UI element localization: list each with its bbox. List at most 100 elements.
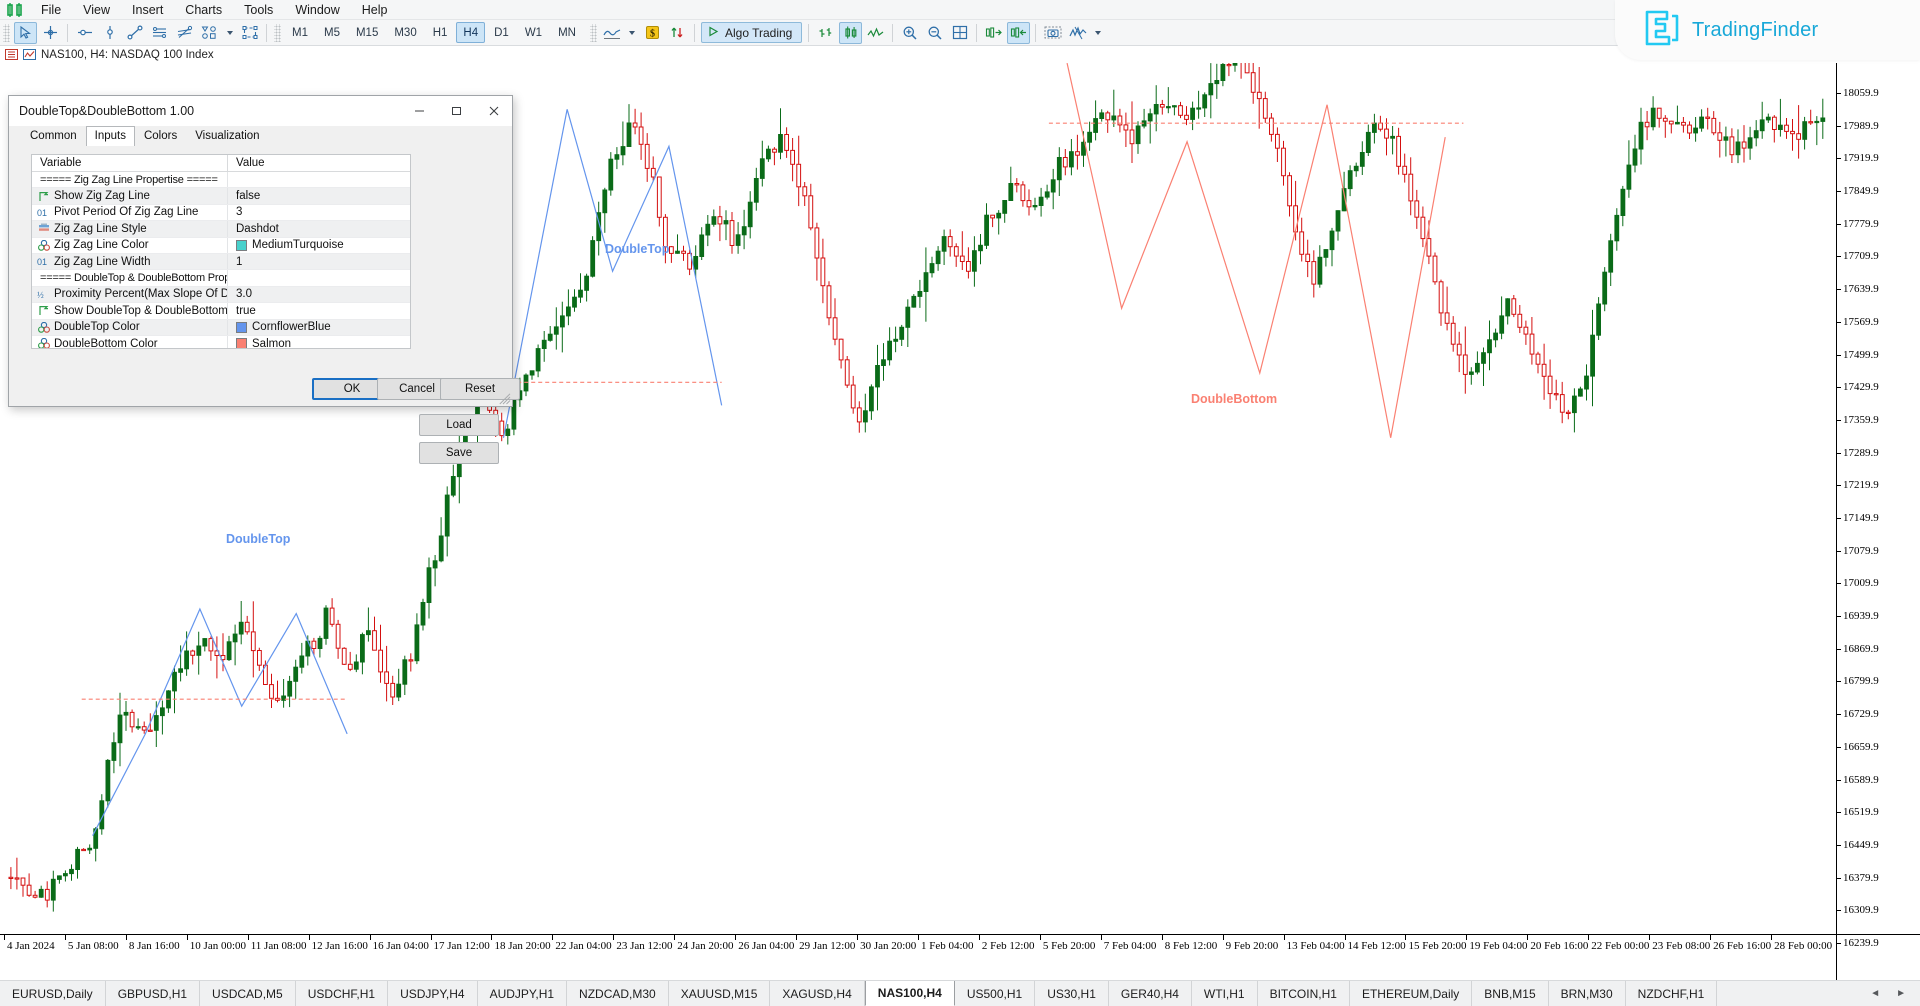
algo-trading-button[interactable]: Algo Trading (701, 22, 802, 43)
menu-insert[interactable]: Insert (121, 0, 174, 20)
indicator-properties-dialog[interactable]: DoubleTop&DoubleBottom 1.00 Common Input… (8, 95, 513, 407)
bar-chart-icon[interactable] (814, 22, 837, 44)
chart-tab-wti-h1[interactable]: WTI,H1 (1192, 981, 1258, 1006)
grid-icon[interactable] (948, 22, 971, 44)
row-value-cell[interactable]: Salmon (228, 336, 410, 349)
equidistant-channel-icon[interactable] (148, 22, 171, 44)
chart-tab-nas100-h4[interactable]: NAS100,H4 (865, 981, 955, 1006)
chart-tab-us30-h1[interactable]: US30,H1 (1035, 981, 1109, 1006)
row-value-cell[interactable]: MediumTurquoise (228, 238, 410, 253)
chevron-down-icon[interactable] (223, 22, 236, 44)
timeframe-m15[interactable]: M15 (349, 22, 385, 43)
trendline-icon[interactable] (123, 22, 146, 44)
tab-inputs[interactable]: Inputs (86, 126, 135, 146)
chevron-down-icon[interactable] (1091, 22, 1104, 44)
dollar-icon[interactable]: $ (641, 22, 664, 44)
load-button[interactable]: Load (419, 414, 499, 436)
crosshair-icon[interactable] (39, 22, 62, 44)
line-chart-icon[interactable] (601, 22, 624, 44)
toolbar-grip[interactable] (274, 24, 281, 42)
inputs-grid-section-row[interactable]: ===== Zig Zag Line Propertise ===== (32, 172, 410, 188)
dialog-maximize-button[interactable] (438, 96, 475, 125)
chart-tab-gbpusd-h1[interactable]: GBPUSD,H1 (106, 981, 200, 1006)
dialog-title-bar[interactable]: DoubleTop&DoubleBottom 1.00 (9, 96, 512, 126)
timeframe-h4[interactable]: H4 (456, 22, 485, 43)
time-scale[interactable]: 4 Jan 20245 Jan 08:008 Jan 16:0010 Jan 0… (0, 934, 1920, 954)
chart-tab-ger40-h4[interactable]: GER40,H4 (1109, 981, 1192, 1006)
row-value-cell[interactable]: Dashdot (228, 221, 410, 236)
row-value-cell[interactable]: CornflowerBlue (228, 320, 410, 335)
horizontal-line-icon[interactable] (73, 22, 96, 44)
timeframe-m30[interactable]: M30 (387, 22, 423, 43)
timeframe-m1[interactable]: M1 (285, 22, 315, 43)
inputs-grid-row[interactable]: Zig Zag Line StyleDashdot (32, 221, 410, 237)
row-value-cell[interactable]: true (228, 303, 410, 318)
zoom-in-icon[interactable] (898, 22, 921, 44)
scroll-end-icon[interactable] (982, 22, 1005, 44)
chart-tab-xagusd-h4[interactable]: XAGUSD,H4 (770, 981, 864, 1006)
chart-tab-bitcoin-h1[interactable]: BITCOIN,H1 (1258, 981, 1350, 1006)
fibonacci-icon[interactable] (173, 22, 196, 44)
tabs-scroll-left-button[interactable]: ◄ (1870, 988, 1880, 999)
indicators-icon[interactable] (1066, 22, 1089, 44)
row-value-cell[interactable] (228, 270, 410, 285)
screenshot-icon[interactable] (1041, 22, 1064, 44)
inputs-grid-section-row[interactable]: ===== DoubleTop & DoubleBottom Proper... (32, 270, 410, 286)
dialog-minimize-button[interactable] (401, 96, 438, 125)
chart-tab-nzdchf-h1[interactable]: NZDCHF,H1 (1626, 981, 1718, 1006)
inputs-grid-row[interactable]: 01Zig Zag Line Width1 (32, 254, 410, 270)
text-label-icon[interactable] (238, 22, 261, 44)
timeframe-w1[interactable]: W1 (518, 22, 549, 43)
menu-charts[interactable]: Charts (174, 0, 233, 20)
chart-tab-usdchf-h1[interactable]: USDCHF,H1 (296, 981, 388, 1006)
timeframe-d1[interactable]: D1 (487, 22, 516, 43)
chart-tab-eurusd-daily[interactable]: EURUSD,Daily (0, 981, 106, 1006)
timeframe-h1[interactable]: H1 (426, 22, 455, 43)
cursor-icon[interactable] (14, 22, 37, 44)
chart-icon[interactable] (23, 49, 36, 60)
vertical-line-icon[interactable] (98, 22, 121, 44)
dialog-resize-handle[interactable] (499, 393, 511, 405)
inputs-grid-row[interactable]: DoubleTop ColorCornflowerBlue (32, 320, 410, 336)
arrows-updown-icon[interactable] (666, 22, 689, 44)
data-window-icon[interactable] (5, 49, 18, 60)
menu-view[interactable]: View (72, 0, 121, 20)
tab-visualization[interactable]: Visualization (186, 126, 268, 146)
zoom-out-icon[interactable] (923, 22, 946, 44)
row-value-cell[interactable]: 3.0 (228, 287, 410, 302)
chart-tab-usdcad-m5[interactable]: USDCAD,M5 (200, 981, 296, 1006)
row-value-cell[interactable]: false (228, 188, 410, 203)
timeframe-mn[interactable]: MN (551, 22, 583, 43)
dialog-close-button[interactable] (475, 96, 512, 125)
chart-tab-bnb-m15[interactable]: BNB,M15 (1472, 981, 1548, 1006)
menu-help[interactable]: Help (351, 0, 399, 20)
shapes-icon[interactable] (198, 22, 221, 44)
line-mode-icon[interactable] (864, 22, 887, 44)
chart-tab-brn-m30[interactable]: BRN,M30 (1549, 981, 1626, 1006)
save-button[interactable]: Save (419, 442, 499, 464)
tab-common[interactable]: Common (21, 126, 86, 146)
inputs-grid-row[interactable]: Show DoubleTop & DoubleBottomtrue (32, 303, 410, 319)
row-value-cell[interactable] (228, 172, 410, 187)
inputs-grid-row[interactable]: Zig Zag Line ColorMediumTurquoise (32, 238, 410, 254)
color-swatch[interactable] (236, 240, 247, 251)
candlestick-icon[interactable] (839, 22, 862, 44)
toolbar-grip[interactable] (590, 24, 597, 42)
row-value-cell[interactable]: 3 (228, 205, 410, 220)
chevron-down-icon[interactable] (626, 22, 639, 44)
row-value-cell[interactable]: 1 (228, 254, 410, 269)
color-swatch[interactable] (236, 338, 247, 349)
menu-window[interactable]: Window (284, 0, 350, 20)
chart-tab-audjpy-h1[interactable]: AUDJPY,H1 (478, 981, 567, 1006)
timeframe-m5[interactable]: M5 (317, 22, 347, 43)
chart-tab-us500-h1[interactable]: US500,H1 (955, 981, 1035, 1006)
color-swatch[interactable] (236, 322, 247, 333)
inputs-grid-row[interactable]: 01Pivot Period Of Zig Zag Line3 (32, 205, 410, 221)
auto-scroll-icon[interactable] (1007, 22, 1030, 44)
price-scale[interactable]: 18059.917989.917919.917849.917779.917709… (1836, 63, 1920, 980)
tabs-scroll-right-button[interactable]: ► (1896, 988, 1906, 999)
menu-tools[interactable]: Tools (233, 0, 284, 20)
toolbar-grip[interactable] (3, 24, 10, 42)
chart-tab-usdjpy-h4[interactable]: USDJPY,H4 (388, 981, 477, 1006)
inputs-grid-row[interactable]: DoubleBottom ColorSalmon (32, 336, 410, 349)
